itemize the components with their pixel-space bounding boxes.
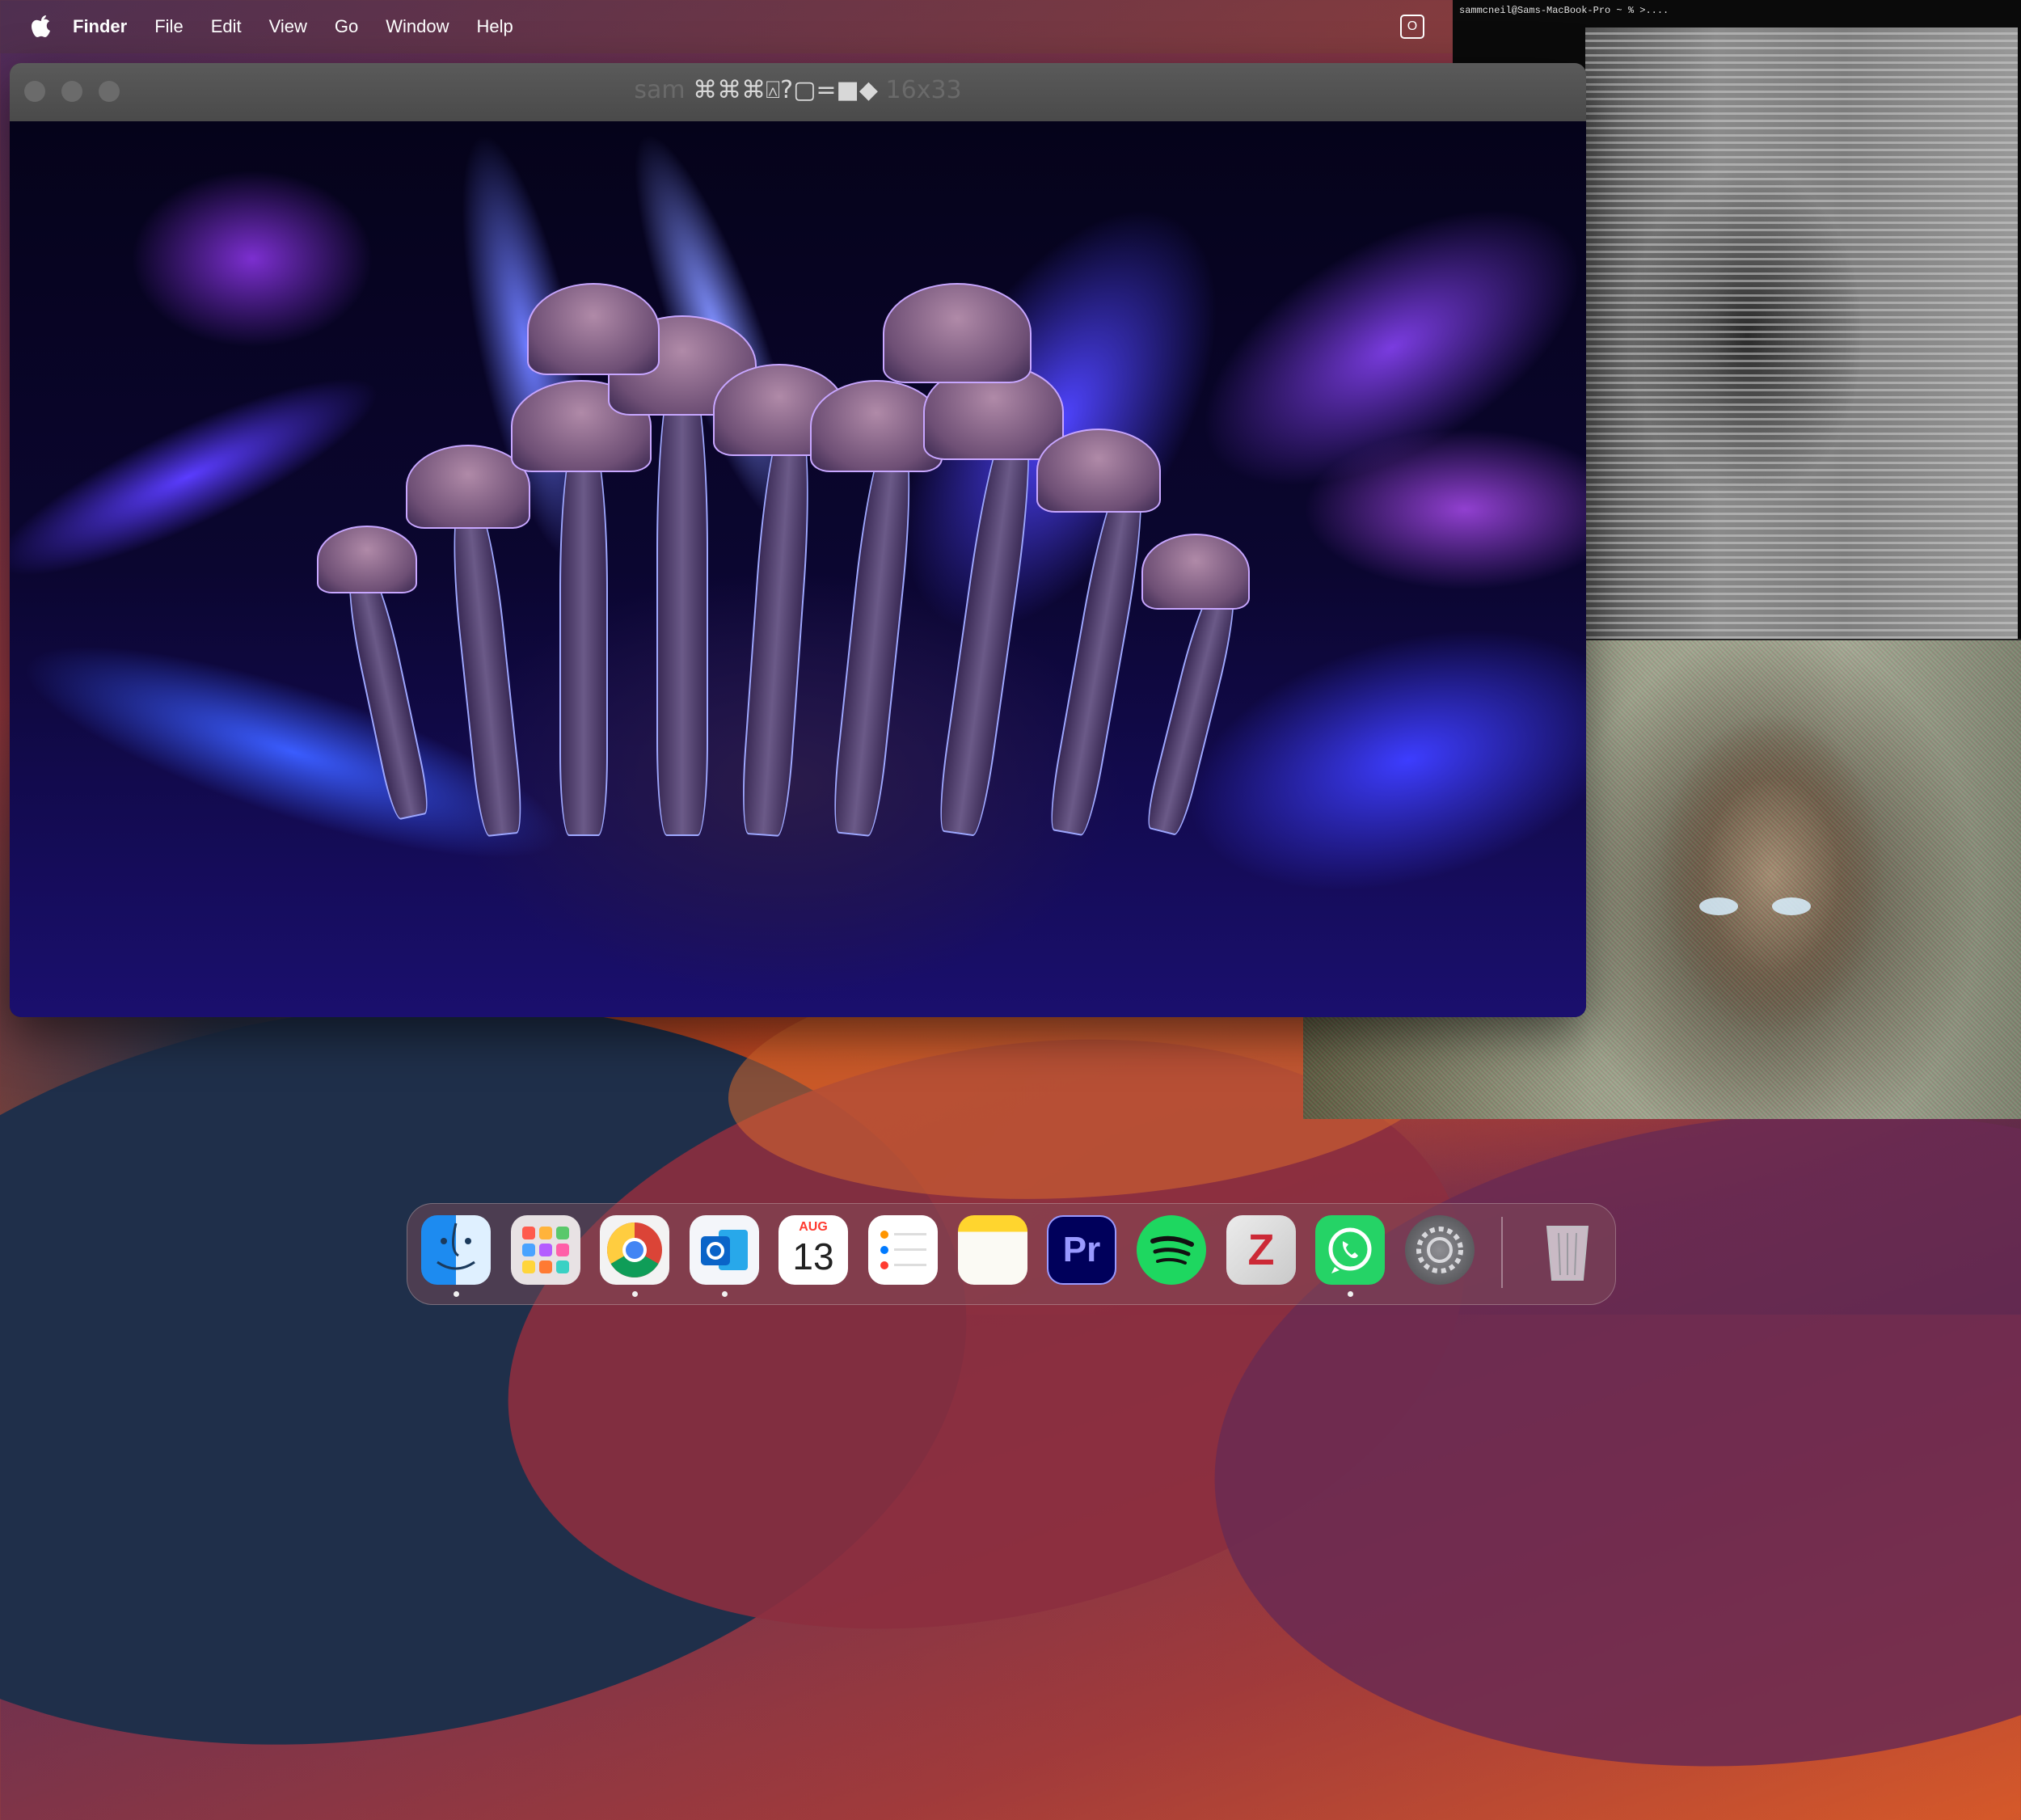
glasses-glare [1772, 897, 1811, 915]
gear-icon [1416, 1227, 1463, 1273]
menu-edit[interactable]: Edit [211, 16, 242, 37]
premiere-icon[interactable]: Pr [1047, 1215, 1116, 1285]
settings-icon[interactable] [1405, 1215, 1475, 1285]
dock-divider [1501, 1217, 1503, 1288]
trash-icon[interactable] [1533, 1215, 1602, 1285]
menu-help[interactable]: Help [477, 16, 513, 37]
menu-view[interactable]: View [269, 16, 307, 37]
menu-app-name[interactable]: Finder [73, 16, 127, 37]
window-title-glyphs: ⌘⌘⌘⍓?▢=■◆ [693, 76, 878, 104]
terminal-prompt: sammcneil@Sams-MacBook-Pro ~ % >.... [1459, 5, 1669, 16]
ascii-art-output [1585, 27, 2018, 639]
mushroom-cap [317, 526, 417, 593]
premiere-label: Pr [1062, 1230, 1101, 1269]
running-indicator [454, 1291, 459, 1297]
window-title: sam ⌘⌘⌘⍓?▢=■◆ 16x33 [10, 76, 1586, 104]
chrome-logo-icon [607, 1222, 662, 1277]
spotify-waves-icon [1150, 1235, 1194, 1265]
chrome-icon[interactable] [600, 1215, 669, 1285]
running-indicator [722, 1291, 728, 1297]
reminders-list-icon [880, 1231, 926, 1269]
menu-go[interactable]: Go [335, 16, 358, 37]
video-frame [10, 118, 1586, 1017]
calendar-icon[interactable]: AUG 13 [778, 1215, 848, 1285]
reminders-icon[interactable] [868, 1215, 938, 1285]
running-indicator [1348, 1291, 1353, 1297]
spotify-icon[interactable] [1137, 1215, 1206, 1285]
calendar-month: AUG [799, 1220, 828, 1234]
zotero-label: Z [1247, 1226, 1275, 1274]
dock: AUG 13 Pr Z [407, 1203, 1616, 1305]
window-title-prefix: sam [634, 76, 686, 104]
menu-window[interactable]: Window [386, 16, 449, 37]
mushroom-stem [829, 427, 921, 838]
mushroom-cap [527, 283, 660, 375]
mushroom-stem [559, 429, 608, 836]
launchpad-icon[interactable] [511, 1215, 580, 1285]
outlook-status-icon[interactable]: O [1400, 15, 1424, 39]
finder-face-icon [437, 1222, 475, 1270]
running-indicator [632, 1291, 638, 1297]
launchpad-grid-icon [522, 1227, 569, 1273]
finder-icon[interactable] [421, 1215, 491, 1285]
window-title-suffix: 16x33 [885, 76, 962, 104]
whatsapp-phone-icon [1328, 1227, 1372, 1273]
glasses-glare [1699, 897, 1738, 915]
mushroom-cap [1141, 534, 1250, 610]
light-streak [131, 170, 373, 348]
outlook-logo-icon [701, 1230, 748, 1270]
notes-icon[interactable] [958, 1215, 1027, 1285]
mushroom-cap [883, 283, 1032, 383]
menu-file[interactable]: File [154, 16, 183, 37]
whatsapp-icon[interactable] [1315, 1215, 1385, 1285]
video-player-window[interactable]: sam ⌘⌘⌘⍓?▢=■◆ 16x33 [10, 63, 1586, 1017]
calendar-day: 13 [792, 1235, 834, 1277]
window-titlebar[interactable]: sam ⌘⌘⌘⍓?▢=■◆ 16x33 [10, 63, 1586, 121]
trash-can-icon [1546, 1226, 1589, 1281]
outlook-icon[interactable] [690, 1215, 759, 1285]
apple-icon[interactable] [27, 12, 55, 41]
mushroom-stem [656, 364, 708, 836]
zotero-icon[interactable]: Z [1226, 1215, 1296, 1285]
mushroom-cap [1036, 429, 1161, 513]
